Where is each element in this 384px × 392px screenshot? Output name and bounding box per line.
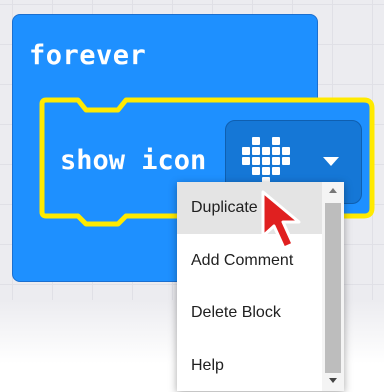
chevron-down-icon[interactable] xyxy=(323,157,339,166)
forever-block-label: forever xyxy=(29,40,147,71)
menu-scrollbar[interactable] xyxy=(322,182,344,391)
menu-item-delete-block[interactable]: Delete Block xyxy=(177,287,322,339)
scroll-down-arrow-icon[interactable] xyxy=(329,378,337,383)
mouse-pointer-icon xyxy=(261,190,301,250)
heart-grid-icon xyxy=(242,137,290,185)
scrollbar-thumb[interactable] xyxy=(325,203,341,373)
scroll-up-arrow-icon[interactable] xyxy=(329,188,337,193)
show-icon-block-label: show icon xyxy=(60,145,207,176)
menu-item-help[interactable]: Help xyxy=(177,340,322,392)
